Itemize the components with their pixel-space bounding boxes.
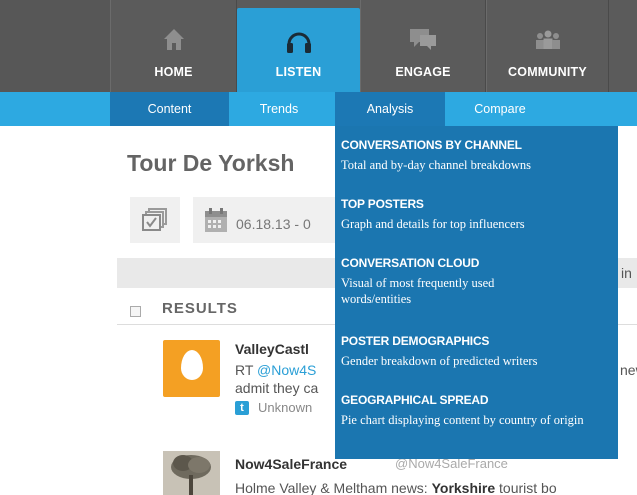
home-icon — [161, 26, 187, 57]
post-text-line2: admit they ca — [235, 380, 319, 396]
menu-item-desc: Graph and details for top influencers — [341, 217, 525, 231]
sub-nav: Content Trends Analysis Compare — [0, 92, 637, 126]
nav-listen[interactable]: LISTEN — [237, 8, 360, 92]
twitter-icon: t — [235, 401, 249, 415]
subnav-content[interactable]: Content — [110, 92, 229, 126]
top-nav: HOME LISTEN ENGAGE COMMUNITY — [0, 0, 637, 92]
avatar[interactable] — [163, 340, 220, 397]
menu-item-conversations-by-channel[interactable]: CONVERSATIONS BY CHANNEL Total and by-da… — [341, 137, 616, 173]
nav-engage[interactable]: ENGAGE — [360, 0, 486, 92]
nav-home-label: HOME — [154, 65, 193, 79]
stacked-pages-icon — [142, 208, 168, 237]
egg-avatar-icon — [181, 350, 203, 380]
nav-community-label: COMMUNITY — [508, 65, 587, 79]
nav-community[interactable]: COMMUNITY — [486, 0, 609, 92]
menu-item-top-posters[interactable]: TOP POSTERS Graph and details for top in… — [341, 196, 616, 232]
post-text-before: Holme Valley & Meltham news: — [235, 480, 432, 495]
post-text-after: tourist bo — [495, 480, 557, 495]
select-all-checkbox[interactable] — [130, 306, 141, 317]
page-title: Tour De Yorksh — [127, 150, 295, 176]
poster-name[interactable]: ValleyCastl — [235, 341, 309, 357]
menu-item-desc: Visual of most frequently used words/ent… — [341, 276, 495, 306]
menu-item-conversation-cloud[interactable]: CONVERSATION CLOUD Visual of most freque… — [341, 255, 616, 307]
menu-item-title: POSTER DEMOGRAPHICS — [341, 334, 490, 348]
date-range-text: 06.18.13 - 0 — [236, 216, 311, 232]
menu-item-title: GEOGRAPHICAL SPREAD — [341, 393, 489, 407]
poster-name[interactable]: Now4SaleFrance — [235, 456, 347, 472]
menu-item-geographical-spread[interactable]: GEOGRAPHICAL SPREAD Pie chart displaying… — [341, 392, 616, 428]
nav-left-edge — [0, 0, 110, 92]
calendar-icon — [204, 207, 228, 238]
people-icon — [531, 26, 565, 57]
menu-item-poster-demographics[interactable]: POSTER DEMOGRAPHICS Gender breakdown of … — [341, 333, 616, 369]
menu-item-title: CONVERSATIONS BY CHANNEL — [341, 138, 522, 152]
post-text: Holme Valley & Meltham news: Yorkshire t… — [235, 480, 557, 495]
menu-item-desc: Pie chart displaying content by country … — [341, 413, 584, 427]
nav-engage-label: ENGAGE — [395, 65, 451, 79]
avatar[interactable] — [163, 451, 220, 495]
menu-item-title: TOP POSTERS — [341, 197, 424, 211]
mention-link[interactable]: @Now4S — [257, 362, 316, 378]
nav-home[interactable]: HOME — [110, 0, 237, 92]
post-text: RT @Now4S — [235, 362, 316, 378]
headphones-icon — [284, 26, 314, 61]
menu-item-desc: Gender breakdown of predicted writers — [341, 354, 538, 368]
menu-item-desc: Total and by-day channel breakdowns — [341, 158, 532, 172]
keyword-highlight: Yorkshire — [431, 480, 496, 495]
subnav-trends[interactable]: Trends — [229, 92, 329, 126]
filter-in-label: in — [621, 265, 632, 281]
chat-bubbles-icon — [408, 26, 438, 57]
post-text-cut: new — [620, 362, 637, 378]
export-button[interactable] — [130, 197, 180, 243]
results-heading: RESULTS — [162, 300, 238, 317]
post-text-prefix: RT — [235, 362, 258, 378]
post-source: Unknown — [258, 400, 313, 415]
subnav-compare[interactable]: Compare — [445, 92, 555, 126]
menu-item-title: CONVERSATION CLOUD — [341, 256, 480, 270]
nav-listen-label: LISTEN — [275, 65, 322, 79]
subnav-analysis[interactable]: Analysis — [335, 92, 445, 126]
analysis-dropdown-menu: CONVERSATIONS BY CHANNEL Total and by-da… — [335, 126, 618, 459]
tree-photo-icon — [163, 451, 220, 495]
